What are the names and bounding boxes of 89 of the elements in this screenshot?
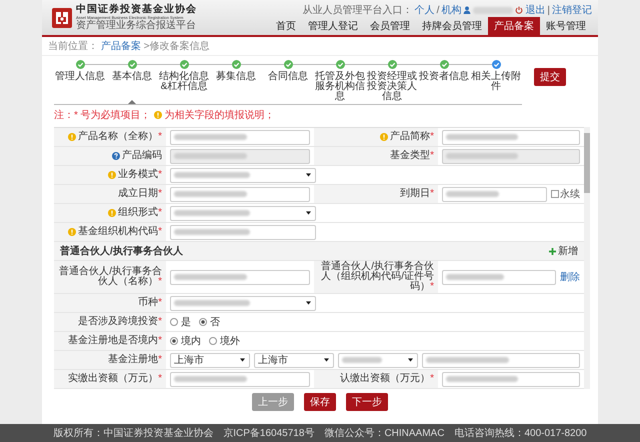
required-note: 注：* 号为必填项目； — [54, 108, 151, 122]
input-field[interactable] — [170, 224, 316, 240]
field-label: 认缴出资额（万元）* — [314, 370, 438, 388]
separator: / — [436, 4, 440, 16]
section-title: 普通合伙人/执行事务合伙人 — [60, 244, 183, 258]
scrollbar[interactable] — [584, 127, 590, 389]
progress-step[interactable]: 结构化信息&杠杆信息 — [158, 60, 210, 102]
field-label: 币种* — [54, 294, 166, 312]
step-button[interactable]: 下一步 — [346, 393, 388, 411]
field-label: 是否涉及跨境投资* — [54, 313, 166, 331]
select-field[interactable]: 上海市 — [170, 352, 250, 368]
field-label: 产品简称* — [314, 128, 438, 146]
nav-tab[interactable]: 首页 — [270, 17, 302, 35]
field-label: 到期日* — [314, 185, 438, 203]
select-field[interactable] — [170, 206, 316, 220]
breadcrumb-current: >修改备案信息 — [144, 41, 210, 52]
field-label: 基金注册地是否境内* — [54, 332, 166, 350]
nav-tab[interactable]: 产品备案 — [488, 17, 540, 35]
nav-tab[interactable]: 管理人登记 — [302, 17, 364, 35]
breadcrumb-link[interactable]: 产品备案 — [100, 41, 141, 52]
field-label: 业务模式* — [54, 166, 166, 184]
logo-icon — [52, 8, 72, 28]
input-field[interactable] — [442, 270, 556, 284]
hint-icon — [154, 111, 162, 119]
entry-link[interactable]: 个人 — [414, 3, 435, 17]
nav-tab[interactable]: 会员管理 — [364, 17, 416, 35]
input-field[interactable] — [442, 372, 580, 386]
progress-step[interactable]: 合同信息 — [262, 60, 314, 102]
breadcrumb-label: 当前位置： — [48, 41, 98, 52]
radio-option[interactable]: 境外 — [209, 334, 240, 348]
radio-option[interactable]: 否 — [199, 315, 220, 329]
logo-subtitle: 资产管理业务综合报送平台 — [76, 20, 197, 30]
footer-text: 京ICP备16045718号 — [223, 426, 314, 440]
footer-text: 版权所有：中国证券投资基金业协会 — [53, 426, 214, 440]
step-button[interactable]: 保存 — [304, 393, 336, 411]
progress-step[interactable]: 相关上传附件 — [470, 60, 522, 102]
field-label: 实缴出资额（万元）* — [54, 370, 166, 388]
progress-step[interactable]: 托管及外包服务机构信息 — [314, 60, 366, 102]
logout-link[interactable]: 退出 — [525, 3, 546, 17]
field-label: 成立日期* — [54, 185, 166, 203]
field-label: 普通合伙人/执行事务合伙人（名称）* — [54, 261, 166, 293]
submit-button[interactable]: 提交 — [534, 68, 566, 86]
progress-step[interactable]: 募集信息 — [210, 60, 262, 102]
entry-label: 从业人员管理平台入口： — [302, 4, 413, 17]
user-icon — [463, 6, 472, 14]
field-label: 基金组织机构代码* — [54, 223, 166, 241]
nav-tab[interactable]: 持牌会员管理 — [416, 17, 488, 35]
nav-tab[interactable]: 账号管理 — [540, 17, 592, 35]
logo-title: 中国证券投资基金业协会 — [76, 4, 197, 14]
field-label: 基金类型* — [314, 147, 438, 165]
plus-icon — [549, 248, 556, 254]
progress-step[interactable]: 投资经理或投资决策人信息 — [366, 60, 418, 102]
power-icon[interactable] — [515, 6, 524, 14]
progress-step[interactable]: 管理人信息 — [54, 60, 106, 102]
input-field[interactable] — [170, 372, 310, 386]
progress-step[interactable]: 基本信息 — [106, 60, 158, 102]
input-field[interactable] — [170, 130, 310, 144]
field-label: 普通合伙人/执行事务合伙人（组织机构代码/证件号码）* — [314, 261, 438, 293]
footer-text: 电话咨询热线：400-017-8200 — [454, 426, 587, 440]
entry-link[interactable]: 机构 — [441, 3, 462, 17]
input-field[interactable] — [170, 186, 310, 202]
input-field[interactable] — [170, 270, 310, 284]
delete-link[interactable]: 删除 — [560, 270, 580, 284]
caret-icon — [408, 358, 413, 362]
progress-step[interactable]: 投资者信息 — [418, 60, 470, 102]
select-field[interactable] — [170, 168, 316, 182]
input-field[interactable] — [442, 130, 580, 144]
caret-icon — [240, 358, 245, 362]
add-button[interactable]: 新增 — [549, 244, 578, 258]
field-label: 产品名称（全称）* — [54, 128, 166, 146]
field-label: 组织形式* — [54, 204, 166, 222]
field-label: 产品编码 — [54, 147, 166, 165]
hint-note: 为相关字段的填报说明； — [164, 108, 275, 122]
select-field[interactable]: 上海市 — [254, 352, 334, 368]
input-field[interactable] — [422, 352, 580, 368]
caret-icon — [306, 301, 311, 305]
input-field[interactable] — [442, 186, 547, 202]
select-field[interactable] — [170, 296, 316, 310]
checkbox[interactable]: 永续 — [551, 187, 580, 201]
deregister-link[interactable]: 注销登记 — [552, 3, 592, 17]
radio-option[interactable]: 是 — [170, 315, 191, 329]
select-field[interactable] — [338, 352, 418, 368]
caret-icon — [324, 358, 329, 362]
caret-icon — [306, 173, 311, 177]
radio-option[interactable]: 境内 — [170, 334, 201, 348]
footer-text: 微信公众号：CHINAAMAC — [324, 427, 444, 440]
field-label: 基金注册地* — [54, 351, 166, 369]
separator: | — [547, 4, 550, 16]
caret-icon — [306, 211, 311, 215]
